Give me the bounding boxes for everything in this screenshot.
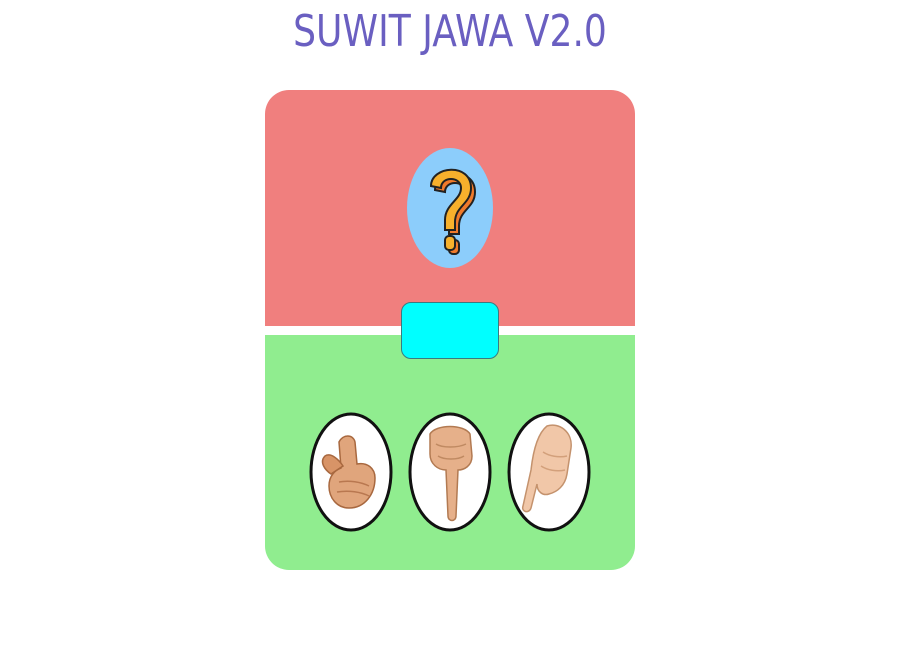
result-display <box>401 302 499 359</box>
thumb-hand-icon <box>309 412 393 532</box>
game-title: SUWIT JAWA V2.0 <box>293 6 607 57</box>
choice-orang-button[interactable] <box>408 412 492 532</box>
choice-semut-button[interactable] <box>507 412 591 532</box>
game-board <box>265 90 635 570</box>
computer-choice <box>407 148 493 268</box>
choice-gajah-button[interactable] <box>309 412 393 532</box>
index-finger-hand-icon <box>408 412 492 532</box>
question-mark-icon <box>407 148 493 268</box>
pinky-finger-hand-icon <box>507 412 591 532</box>
